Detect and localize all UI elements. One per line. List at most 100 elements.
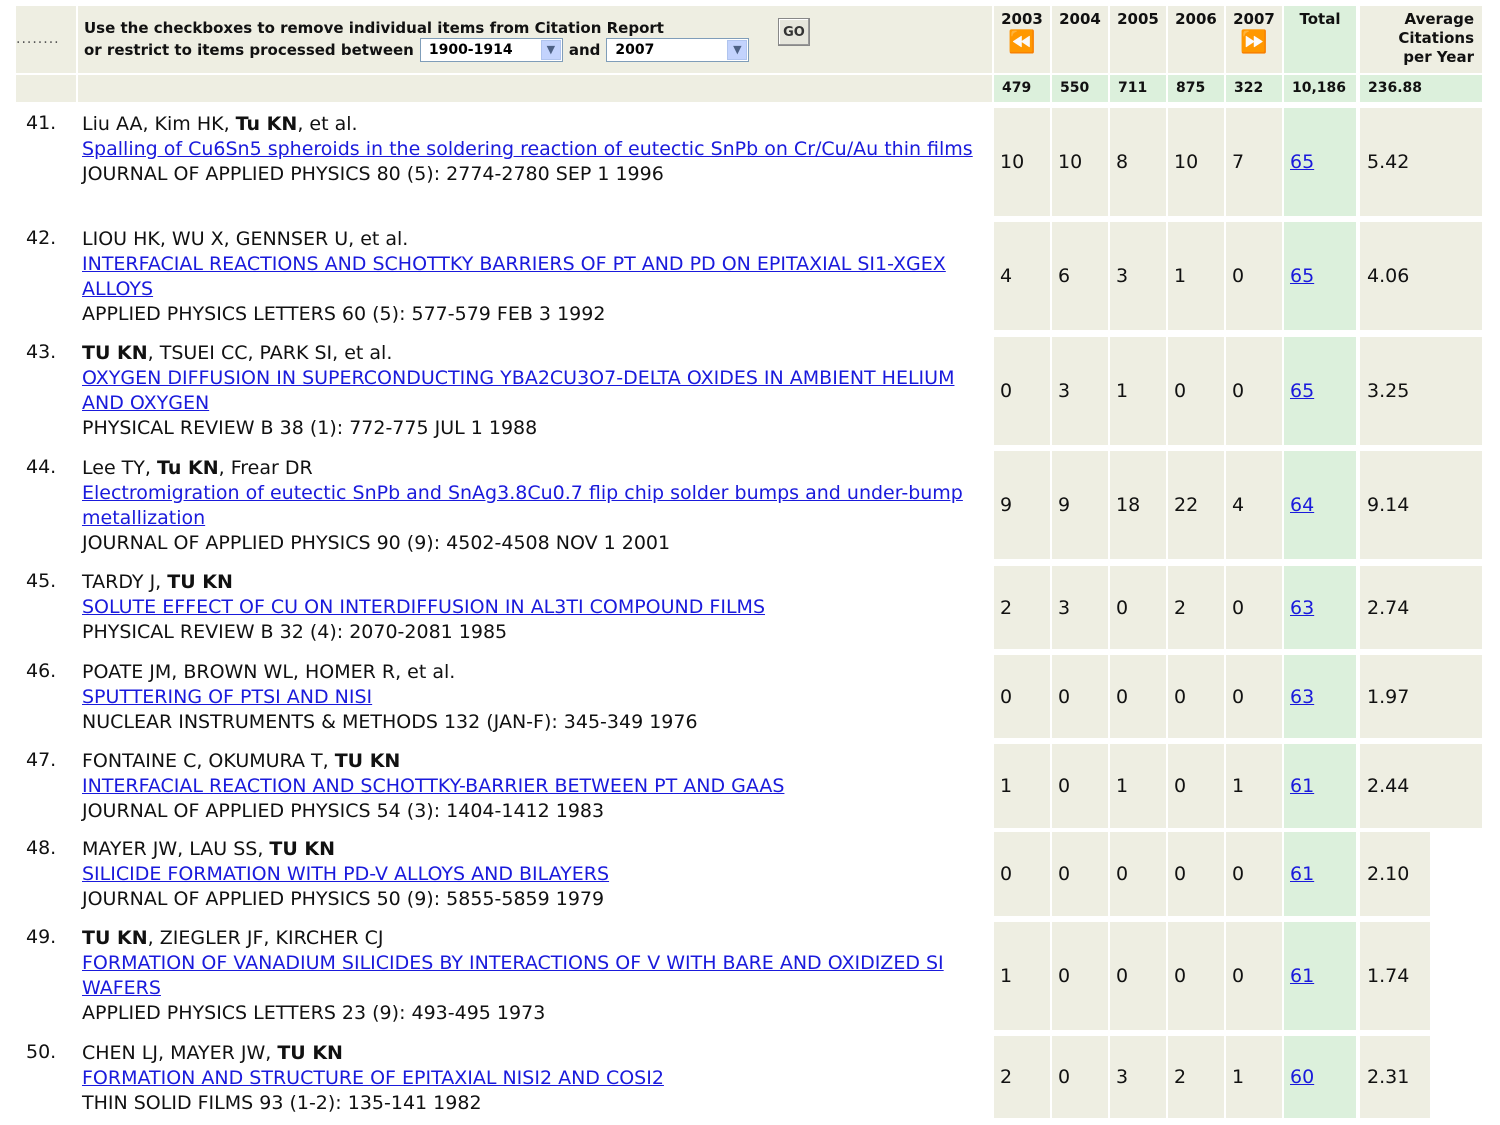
total-2005: 711	[1110, 75, 1166, 102]
year-citation-count: 0	[1168, 922, 1224, 1030]
record-title-link[interactable]: Spalling of Cu6Sn5 spheroids in the sold…	[82, 138, 973, 160]
record-citation: LIOU HK, WU X, GENNSER U, et al. INTERFAC…	[82, 227, 977, 327]
year-citation-count: 22	[1168, 451, 1224, 559]
record-citation: TU KN, TSUEI CC, PARK SI, et al. OXYGEN D…	[82, 341, 977, 441]
year-citation-count: 1	[994, 744, 1050, 828]
total-citations-link[interactable]: 65	[1290, 265, 1314, 287]
go-button[interactable]: GO	[778, 18, 810, 46]
record-citation: FONTAINE C, OKUMURA T, TU KN INTERFACIAL …	[82, 749, 977, 824]
record-source: NUCLEAR INSTRUMENTS & METHODS 132 (JAN-F…	[82, 711, 698, 733]
year-citation-count: 6	[1052, 222, 1108, 330]
total-cell: 61	[1284, 922, 1356, 1030]
filter-instructions: Use the checkboxes to remove individual …	[84, 18, 750, 62]
total-citations-link[interactable]: 64	[1290, 494, 1314, 516]
record-number: 41.	[26, 112, 57, 134]
record-title-link[interactable]: FORMATION OF VANADIUM SILICIDES BY INTER…	[82, 952, 944, 999]
total-citations-link[interactable]: 61	[1290, 863, 1314, 885]
total-citations-link[interactable]: 61	[1290, 775, 1314, 797]
year-citation-count: 1	[994, 922, 1050, 1030]
total-cell: 63	[1284, 655, 1356, 738]
average-citations-per-year: 5.42	[1360, 108, 1482, 216]
filter-line-2: or restrict to items processed between 1…	[84, 38, 750, 62]
year-citation-count: 10	[1168, 108, 1224, 216]
total-citations-link[interactable]: 60	[1290, 1066, 1314, 1088]
chevron-down-icon[interactable]: ▼	[727, 40, 748, 60]
year-citation-count: 4	[1226, 451, 1282, 559]
year-citation-count: 7	[1226, 108, 1282, 216]
total-citations-link[interactable]: 65	[1290, 380, 1314, 402]
total-cell: 64	[1284, 451, 1356, 559]
author-text: TARDY J,	[82, 571, 168, 593]
year-citation-count: 1	[1226, 1036, 1282, 1118]
totals-label-cell	[78, 75, 992, 102]
and-label: and	[568, 41, 601, 59]
total-2006: 875	[1168, 75, 1224, 102]
record-authors: TU KN, TSUEI CC, PARK SI, et al.	[82, 341, 977, 366]
total-average: 236.88	[1360, 75, 1482, 102]
total-citations-link[interactable]: 63	[1290, 597, 1314, 619]
record-title-link[interactable]: SPUTTERING OF PTSI AND NISI	[82, 686, 372, 708]
record-title-link[interactable]: OXYGEN DIFFUSION IN SUPERCONDUCTING YBA2…	[82, 367, 954, 414]
to-year-select[interactable]: 2007 ▼	[606, 38, 750, 62]
year-citation-count: 18	[1110, 451, 1166, 559]
year-citation-count: 0	[1168, 655, 1224, 738]
record-source: JOURNAL OF APPLIED PHYSICS 54 (3): 1404-…	[82, 800, 605, 822]
record-authors: FONTAINE C, OKUMURA T, TU KN	[82, 749, 977, 774]
total-citations-link[interactable]: 65	[1290, 151, 1314, 173]
total-all: 10,186	[1284, 75, 1356, 102]
year-citation-count: 3	[1052, 337, 1108, 445]
year-citation-count: 0	[994, 655, 1050, 738]
total-citations-link[interactable]: 61	[1290, 965, 1314, 987]
record-source: PHYSICAL REVIEW B 38 (1): 772-775 JUL 1 …	[82, 417, 538, 439]
record-number: 43.	[26, 341, 57, 363]
year-citation-count: 0	[1168, 832, 1224, 916]
year-citation-count: 0	[1226, 832, 1282, 916]
col-header-2007: 2007 ⏩	[1226, 6, 1282, 73]
from-year-select[interactable]: 1900-1914 ▼	[419, 38, 563, 62]
chevron-down-icon[interactable]: ▼	[540, 40, 561, 60]
year-citation-count: 0	[1226, 337, 1282, 445]
record-authors: Liu AA, Kim HK, Tu KN, et al.	[82, 112, 977, 137]
record-title-link[interactable]: SILICIDE FORMATION WITH PD-V ALLOYS AND …	[82, 863, 609, 885]
year-citation-count: 2	[1168, 1036, 1224, 1118]
avg-header-line-1: Average	[1404, 10, 1474, 28]
filter-line-2-label: or restrict to items processed between	[84, 41, 414, 59]
previous-years-icon[interactable]: ⏪	[994, 32, 1050, 54]
total-cell: 61	[1284, 744, 1356, 828]
year-citation-count: 1	[1168, 222, 1224, 330]
record-title-link[interactable]: FORMATION AND STRUCTURE OF EPITAXIAL NIS…	[82, 1067, 664, 1089]
record-citation: CHEN LJ, MAYER JW, TU KN FORMATION AND ST…	[82, 1041, 977, 1116]
record-source: APPLIED PHYSICS LETTERS 23 (9): 493-495 …	[82, 1002, 546, 1024]
record-number: 45.	[26, 570, 57, 592]
record-title-link[interactable]: Electromigration of eutectic SnPb and Sn…	[82, 482, 963, 529]
total-citations-link[interactable]: 63	[1290, 686, 1314, 708]
record-source: JOURNAL OF APPLIED PHYSICS 80 (5): 2774-…	[82, 163, 664, 185]
year-citation-count: 10	[1052, 108, 1108, 216]
filter-panel: Use the checkboxes to remove individual …	[78, 6, 992, 73]
record-title-link[interactable]: INTERFACIAL REACTION AND SCHOTTKY-BARRIE…	[82, 775, 784, 797]
year-citation-count: 0	[1168, 337, 1224, 445]
year-citation-count: 0	[1226, 566, 1282, 649]
year-citation-count: 9	[994, 451, 1050, 559]
record-citation: TU KN, ZIEGLER JF, KIRCHER CJ FORMATION O…	[82, 926, 977, 1026]
author-text: POATE JM, BROWN WL, HOMER R, et al.	[82, 661, 456, 683]
record-citation: Lee TY, Tu KN, Frear DR Electromigration …	[82, 456, 977, 556]
record-title-link[interactable]: SOLUTE EFFECT OF CU ON INTERDIFFUSION IN…	[82, 596, 765, 618]
total-cell: 63	[1284, 566, 1356, 649]
record-citation: POATE JM, BROWN WL, HOMER R, et al. SPUTT…	[82, 660, 977, 735]
record-authors: TU KN, ZIEGLER JF, KIRCHER CJ	[82, 926, 977, 951]
year-citation-count: 0	[994, 832, 1050, 916]
record-title-link[interactable]: INTERFACIAL REACTIONS AND SCHOTTKY BARRI…	[82, 253, 946, 300]
record-source: APPLIED PHYSICS LETTERS 60 (5): 577-579 …	[82, 303, 606, 325]
total-2003: 479	[994, 75, 1050, 102]
record-source: JOURNAL OF APPLIED PHYSICS 90 (9): 4502-…	[82, 532, 671, 554]
totals-spacer	[16, 75, 76, 102]
avg-header-line-2: Citations	[1398, 29, 1474, 47]
year-citation-count: 0	[1226, 655, 1282, 738]
avg-header-line-3: per Year	[1403, 48, 1474, 66]
highlighted-author: TU KN	[167, 571, 233, 593]
record-number: 42.	[26, 227, 57, 249]
year-citation-count: 3	[1110, 1036, 1166, 1118]
col-header-2006: 2006	[1168, 6, 1224, 73]
year-citation-count: 0	[1110, 832, 1166, 916]
